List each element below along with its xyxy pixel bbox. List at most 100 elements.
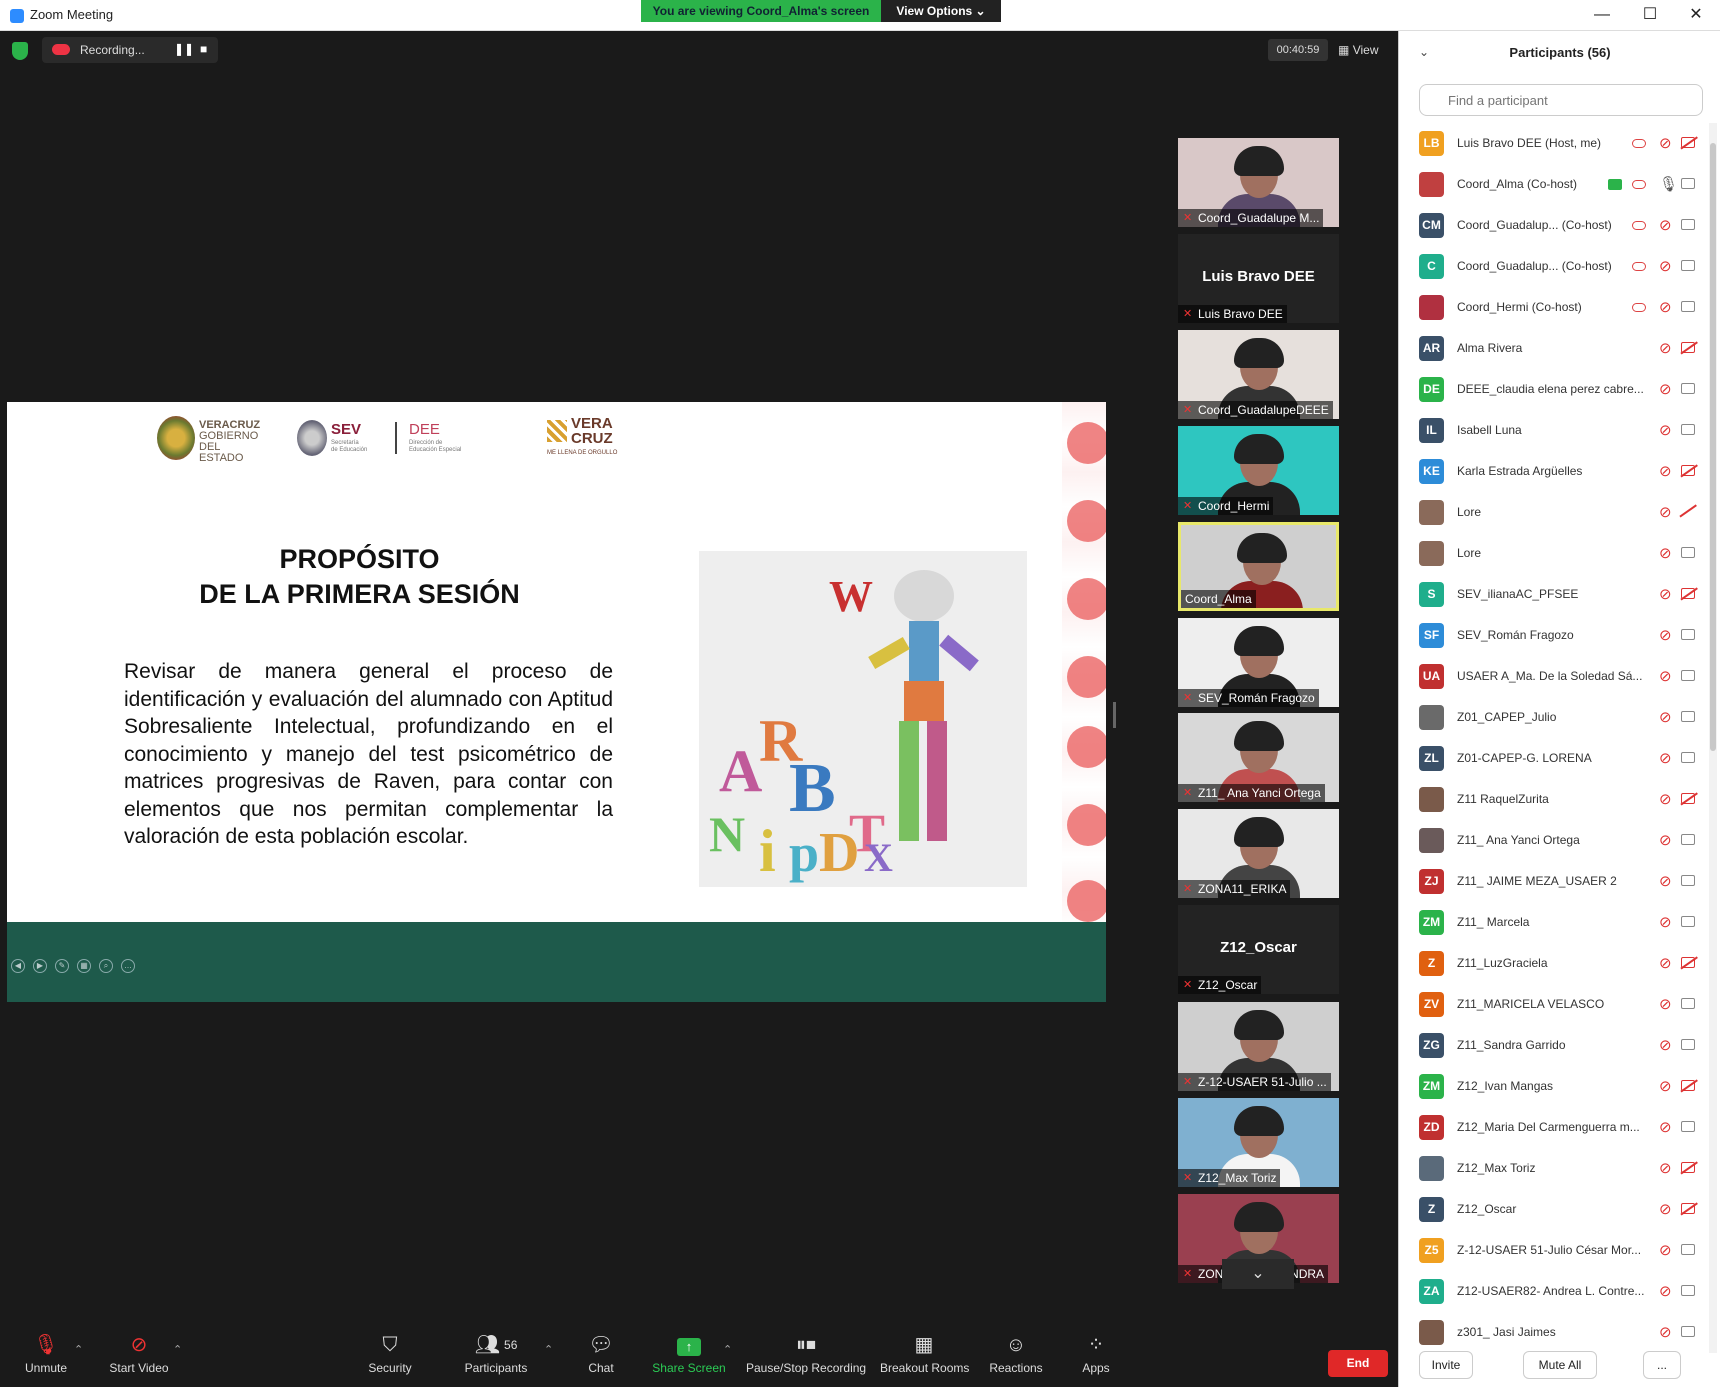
participants-caret-icon[interactable]: ⌃ <box>544 1343 553 1356</box>
slide-next-icon[interactable]: ▶ <box>33 959 47 973</box>
video-tile[interactable]: Z-12-USAER 51-Julio ... ✕ <box>1178 1002 1339 1091</box>
slide-grid-icon[interactable]: ▦ <box>77 959 91 973</box>
chat-button[interactable]: 💬︎ Chat <box>581 1325 621 1387</box>
participant-row[interactable]: Z Z12_Oscar ⊘ <box>1399 1189 1709 1230</box>
reactions-button[interactable]: ☺ Reactions <box>986 1325 1046 1387</box>
participant-row[interactable]: IL Isabell Luna ⊘ <box>1399 410 1709 451</box>
tiles-scroll-down-button[interactable]: ⌄ <box>1222 1259 1294 1289</box>
participant-row[interactable]: ZM Z12_Ivan Mangas ⊘ <box>1399 1066 1709 1107</box>
participant-row[interactable]: ZV Z11_MARICELA VELASCO ⊘ <box>1399 984 1709 1025</box>
slide-zoom-icon[interactable]: ⌕ <box>99 959 113 973</box>
participant-row[interactable]: ZD Z12_Maria Del Carmenguerra m... ⊘ <box>1399 1107 1709 1148</box>
unmute-button[interactable]: 🎙︎ Unmute <box>18 1325 74 1387</box>
breakout-rooms-button[interactable]: ▦ Breakout Rooms <box>880 1325 969 1387</box>
participant-row[interactable]: Z11_ Ana Yanci Ortega ⊘ <box>1399 820 1709 861</box>
participant-row[interactable]: ZG Z11_Sandra Garrido ⊘ <box>1399 1025 1709 1066</box>
pause-stop-recording-button[interactable]: ⏸︎⏹︎ Pause/Stop Recording <box>746 1325 866 1387</box>
security-button[interactable]: ⛉ Security <box>360 1325 420 1387</box>
stop-recording-button[interactable]: ■ <box>200 42 207 56</box>
participant-row[interactable]: CM Coord_Guadalup... (Co-host) ⊘ <box>1399 205 1709 246</box>
participant-row[interactable]: Z12_Max Toriz ⊘ <box>1399 1148 1709 1189</box>
camera-off-icon <box>1681 137 1695 148</box>
mute-all-button[interactable]: Mute All <box>1523 1351 1597 1379</box>
participant-row[interactable]: KE Karla Estrada Argüelles ⊘ <box>1399 451 1709 492</box>
find-participant-input[interactable] <box>1419 84 1703 116</box>
participant-row[interactable]: DE DEEE_claudia elena perez cabre... ⊘ <box>1399 369 1709 410</box>
scrollbar-thumb[interactable] <box>1710 143 1716 751</box>
participant-row[interactable]: z301_ Jasi Jaimes ⊘ <box>1399 1312 1709 1353</box>
participants-panel-header: ⌄ Participants (56) <box>1399 31 1720 75</box>
video-tile[interactable]: Z11_ Ana Yanci Ortega ✕ <box>1178 713 1339 802</box>
camera-off-icon <box>1681 1203 1695 1214</box>
microphone-muted-icon: ⊘ <box>1659 217 1672 234</box>
microphone-muted-icon: ⊘ <box>1659 586 1672 603</box>
participant-row[interactable]: C Coord_Guadalup... (Co-host) ⊘ <box>1399 246 1709 287</box>
slide-heading: PROPÓSITO DE LA PRIMERA SESIÓN <box>157 542 562 612</box>
view-layout-button[interactable]: ▦ View <box>1338 39 1390 61</box>
participant-row[interactable]: Z5 Z-12-USAER 51-Julio César Mor... ⊘ <box>1399 1230 1709 1271</box>
participant-row[interactable]: Coord_Hermi (Co-host) ⊘ <box>1399 287 1709 328</box>
participant-row[interactable]: LB Luis Bravo DEE (Host, me) ⊘ <box>1399 123 1709 164</box>
slide-prev-icon[interactable]: ◀ <box>11 959 25 973</box>
participant-row[interactable]: ZA Z12-USAER82- Andrea L. Contre... ⊘ <box>1399 1271 1709 1312</box>
participant-row[interactable]: Z01_CAPEP_Julio ⊘ <box>1399 697 1709 738</box>
start-video-button[interactable]: ⊘ Start Video <box>104 1325 174 1387</box>
participants-button[interactable]: 👥︎ 56 Participants <box>462 1325 530 1387</box>
minimize-button[interactable]: — <box>1584 4 1620 26</box>
video-tile[interactable]: Coord_Hermi ✕ <box>1178 426 1339 515</box>
avatar: UA <box>1419 664 1444 689</box>
video-tile[interactable]: ZONA11_ERIKA ✕ <box>1178 809 1339 898</box>
participant-row[interactable]: Lore ⊘ <box>1399 533 1709 574</box>
participant-row[interactable]: Lore ⊘ <box>1399 492 1709 533</box>
video-tile[interactable]: Z12_Oscar Z12_Oscar ✕ <box>1178 905 1339 994</box>
view-options-button[interactable]: View Options ⌄ <box>881 0 1001 22</box>
video-tile[interactable]: Luis Bravo DEE Luis Bravo DEE ✕ <box>1178 234 1339 323</box>
share-options-caret-icon[interactable]: ⌃ <box>723 1343 732 1356</box>
apps-button[interactable]: ⁘ Apps <box>1078 1325 1114 1387</box>
video-options-caret-icon[interactable]: ⌃ <box>173 1343 182 1356</box>
svg-text:i: i <box>759 818 776 884</box>
end-meeting-button[interactable]: End <box>1328 1350 1388 1377</box>
participant-row[interactable]: S SEV_ilianaAC_PFSEE ⊘ <box>1399 574 1709 615</box>
slide-pen-icon[interactable]: ✎ <box>55 959 69 973</box>
avatar <box>1419 541 1444 566</box>
camera-off-icon <box>1681 1162 1695 1173</box>
participant-row[interactable]: Z Z11_LuzGraciela ⊘ <box>1399 943 1709 984</box>
participant-name: Coord_Guadalup... (Co-host) <box>1457 218 1612 232</box>
books-letters-illustration: W A R B N i p D T X <box>699 551 1027 887</box>
video-tile[interactable]: SEV_Román Fragozo ✕ <box>1178 618 1339 707</box>
avatar: C <box>1419 254 1444 279</box>
participant-row[interactable]: Z11 RaquelZurita ⊘ <box>1399 779 1709 820</box>
video-tile[interactable]: Coord_Guadalupe M... ✕ <box>1178 138 1339 227</box>
maximize-button[interactable]: ☐ <box>1632 4 1668 26</box>
muted-mic-icon: ✕ <box>1183 404 1193 416</box>
video-tile[interactable]: Coord_GuadalupeDEEE ✕ <box>1178 330 1339 419</box>
audio-options-caret-icon[interactable]: ⌃ <box>74 1343 83 1356</box>
view-splitter-handle[interactable] <box>1113 702 1116 728</box>
participant-row[interactable]: ZJ Z11_ JAIME MEZA_USAER 2 ⊘ <box>1399 861 1709 902</box>
deco-runner-icon <box>1067 422 1106 464</box>
participant-row[interactable]: AR Alma Rivera ⊘ <box>1399 328 1709 369</box>
participant-name: Z12_Maria Del Carmenguerra m... <box>1457 1120 1640 1134</box>
participant-row[interactable]: UA USAER A_Ma. De la Soledad Sá... ⊘ <box>1399 656 1709 697</box>
pause-recording-button[interactable]: ❚❚ <box>174 42 194 56</box>
close-window-button[interactable]: ✕ <box>1678 4 1714 26</box>
invite-button[interactable]: Invite <box>1419 1351 1473 1379</box>
more-options-button[interactable]: ... <box>1643 1351 1681 1379</box>
participant-row[interactable]: SF SEV_Román Fragozo ⊘ <box>1399 615 1709 656</box>
encryption-shield-icon[interactable] <box>12 42 28 60</box>
participants-scrollbar[interactable] <box>1709 123 1717 1353</box>
camera-icon <box>1681 260 1695 271</box>
share-screen-button[interactable]: ↑ Share Screen <box>650 1325 728 1387</box>
avatar <box>1419 295 1444 320</box>
participant-row[interactable]: ZL Z01-CAPEP-G. LORENA ⊘ <box>1399 738 1709 779</box>
participant-row[interactable]: ZM Z11_ Marcela ⊘ <box>1399 902 1709 943</box>
video-tile[interactable]: Z12_Max Toriz ✕ <box>1178 1098 1339 1187</box>
video-tile[interactable]: Coord_Alma <box>1178 522 1339 611</box>
dee-logo: DEE Dirección de Educación Especial <box>409 414 489 462</box>
slide-logo-row: VERACRUZ GOBIERNO DEL ESTADO SEV Secreta… <box>157 414 627 464</box>
participant-name: Alma Rivera <box>1457 341 1523 355</box>
participant-row[interactable]: Coord_Alma (Co-host) 🎙︎ <box>1399 164 1709 205</box>
sev-logo-sub2: de Educación <box>331 447 368 453</box>
slide-more-icon[interactable]: … <box>121 959 135 973</box>
